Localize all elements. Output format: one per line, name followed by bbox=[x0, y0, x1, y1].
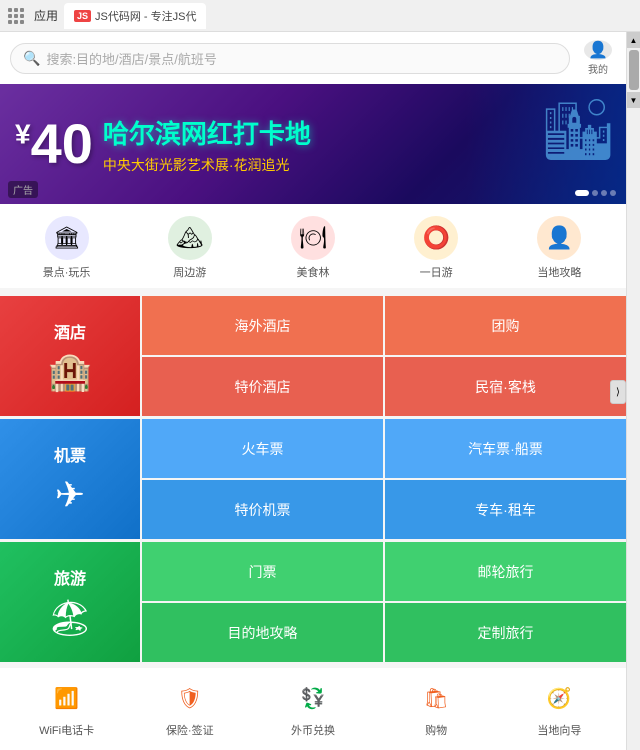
search-bar: 🔍 搜索:目的地/酒店/景点/航班号 👤 我的 bbox=[0, 32, 626, 84]
hotel-cell-group[interactable]: 团购 bbox=[385, 296, 626, 355]
main-content: 🔍 搜索:目的地/酒店/景点/航班号 👤 我的 ¥40 哈尔滨网红打卡地 中央大… bbox=[0, 32, 626, 750]
category-daytrip[interactable]: ⭕ 一日游 bbox=[406, 216, 466, 280]
scrollbar: ▲ ▼ bbox=[626, 32, 640, 750]
banner-title: 哈尔滨网红打卡地 bbox=[103, 114, 311, 151]
banner-dots bbox=[575, 190, 616, 196]
guide-icon: 👤 bbox=[537, 216, 581, 260]
guide-label: 当地攻略 bbox=[537, 264, 581, 280]
icon-shopping[interactable]: 🛍 购物 bbox=[406, 678, 466, 738]
icon-wifi[interactable]: 📶 WiFi电话卡 bbox=[37, 678, 97, 738]
travel-section: 旅游 🏖 门票 邮轮旅行 目的地攻略 定制旅行 bbox=[0, 542, 626, 662]
bottom-icons-row1: 📶 WiFi电话卡 🛡 保险·签证 💱 外币兑换 🛍 购物 🧭 当地向导 bbox=[5, 678, 621, 738]
shopping-icon: 🛍 bbox=[416, 678, 456, 718]
hotel-section: 酒店 🏨 海外酒店 团购 特价酒店 民宿·客栈 bbox=[0, 296, 626, 416]
scroll-thumb[interactable] bbox=[629, 50, 639, 90]
local-guide-label: 当地向导 bbox=[537, 722, 581, 738]
banner-text: 哈尔滨网红打卡地 中央大街光影艺术展·花润追光 bbox=[103, 114, 311, 175]
nearby-label: 周边游 bbox=[173, 264, 206, 280]
banner-yen: ¥ bbox=[15, 118, 31, 149]
travel-left[interactable]: 旅游 🏖 bbox=[0, 542, 140, 662]
flight-section: 机票 ✈ 火车票 汽车票·船票 特价机票 专车·租车 bbox=[0, 419, 626, 539]
hotel-right: 海外酒店 团购 特价酒店 民宿·客栈 bbox=[142, 296, 626, 416]
currency-icon: 💱 bbox=[293, 678, 333, 718]
flight-left[interactable]: 机票 ✈ bbox=[0, 419, 140, 539]
search-placeholder: 搜索:目的地/酒店/景点/航班号 bbox=[46, 49, 216, 68]
category-row: 🏛 景点·玩乐 🏔 周边游 🍽 美食林 ⭕ 一日游 👤 当地攻略 bbox=[0, 204, 626, 288]
daytrip-label: 一日游 bbox=[420, 264, 453, 280]
icon-currency[interactable]: 💱 外币兑换 bbox=[283, 678, 343, 738]
apps-grid-icon[interactable] bbox=[8, 8, 24, 24]
shopping-label: 购物 bbox=[425, 722, 447, 738]
banner-dot-4 bbox=[610, 190, 616, 196]
tab-label: JS代码网 - 专注JS代 bbox=[95, 8, 196, 24]
travel-cell-guide[interactable]: 目的地攻略 bbox=[142, 603, 383, 662]
flight-label: 机票 bbox=[54, 442, 86, 466]
insurance-icon: 🛡 bbox=[170, 678, 210, 718]
browser-tab[interactable]: JS JS代码网 - 专注JS代 bbox=[64, 3, 206, 29]
hotel-label: 酒店 bbox=[54, 319, 86, 343]
search-icon: 🔍 bbox=[23, 50, 40, 67]
travel-cell-ticket[interactable]: 门票 bbox=[142, 542, 383, 601]
flight-cell-bus[interactable]: 汽车票·船票 bbox=[385, 419, 626, 478]
travel-cell-cruise[interactable]: 邮轮旅行 bbox=[385, 542, 626, 601]
food-label: 美食林 bbox=[296, 264, 329, 280]
avatar-circle: 👤 bbox=[584, 40, 612, 60]
wifi-label: WiFi电话卡 bbox=[39, 722, 94, 738]
travel-right: 门票 邮轮旅行 目的地攻略 定制旅行 bbox=[142, 542, 626, 662]
service-grid: 酒店 🏨 海外酒店 团购 特价酒店 民宿·客栈 机票 ✈ 火车票 汽车票·船票 … bbox=[0, 296, 626, 662]
bottom-icons: 📶 WiFi电话卡 🛡 保险·签证 💱 外币兑换 🛍 购物 🧭 当地向导 bbox=[0, 668, 626, 750]
category-nearby[interactable]: 🏔 周边游 bbox=[160, 216, 220, 280]
icon-insurance[interactable]: 🛡 保险·签证 bbox=[160, 678, 220, 738]
scenic-icon: 🏛 bbox=[45, 216, 89, 260]
nearby-icon: 🏔 bbox=[168, 216, 212, 260]
banner-ad-tag: 广告 bbox=[8, 181, 38, 198]
banner-dot-1 bbox=[575, 190, 589, 196]
banner-subtitle: 中央大街光影艺术展·花润追光 bbox=[103, 155, 311, 175]
travel-label: 旅游 bbox=[54, 565, 86, 589]
food-icon: 🍽 bbox=[291, 216, 335, 260]
scenic-label: 景点·玩乐 bbox=[43, 264, 91, 280]
scroll-down[interactable]: ▼ bbox=[627, 92, 640, 108]
scroll-up[interactable]: ▲ bbox=[627, 32, 640, 48]
search-input-wrap[interactable]: 🔍 搜索:目的地/酒店/景点/航班号 bbox=[10, 43, 570, 74]
hotel-building-icon: 🏨 bbox=[48, 351, 93, 393]
flight-icon: ✈ bbox=[55, 474, 85, 516]
wifi-icon: 📶 bbox=[47, 678, 87, 718]
apps-label: 应用 bbox=[34, 7, 58, 24]
category-guide[interactable]: 👤 当地攻略 bbox=[529, 216, 589, 280]
banner-dot-2 bbox=[592, 190, 598, 196]
banner[interactable]: ¥40 哈尔滨网红打卡地 中央大街光影艺术展·花润追光 🏙 广告 bbox=[0, 84, 626, 204]
icon-local-guide[interactable]: 🧭 当地向导 bbox=[529, 678, 589, 738]
category-scenic[interactable]: 🏛 景点·玩乐 bbox=[37, 216, 97, 280]
flight-cell-car[interactable]: 专车·租车 bbox=[385, 480, 626, 539]
currency-label: 外币兑换 bbox=[291, 722, 335, 738]
hotel-cell-overseas[interactable]: 海外酒店 bbox=[142, 296, 383, 355]
js-badge: JS bbox=[74, 10, 91, 22]
travel-icon: 🏖 bbox=[47, 597, 93, 639]
user-avatar[interactable]: 👤 我的 bbox=[580, 40, 616, 76]
scrollbar-expand[interactable]: ⟩ bbox=[610, 380, 626, 404]
hotel-left[interactable]: 酒店 🏨 bbox=[0, 296, 140, 416]
hotel-cell-bnb[interactable]: 民宿·客栈 bbox=[385, 357, 626, 416]
flight-cell-cheap[interactable]: 特价机票 bbox=[142, 480, 383, 539]
hotel-cell-cheap[interactable]: 特价酒店 bbox=[142, 357, 383, 416]
flight-right: 火车票 汽车票·船票 特价机票 专车·租车 bbox=[142, 419, 626, 539]
insurance-label: 保险·签证 bbox=[166, 722, 214, 738]
user-label: 我的 bbox=[588, 61, 608, 76]
local-guide-icon: 🧭 bbox=[539, 678, 579, 718]
banner-price: ¥40 bbox=[15, 116, 93, 172]
daytrip-icon: ⭕ bbox=[414, 216, 458, 260]
flight-cell-train[interactable]: 火车票 bbox=[142, 419, 383, 478]
travel-cell-custom[interactable]: 定制旅行 bbox=[385, 603, 626, 662]
category-food[interactable]: 🍽 美食林 bbox=[283, 216, 343, 280]
banner-dot-3 bbox=[601, 190, 607, 196]
browser-bar: 应用 JS JS代码网 - 专注JS代 bbox=[0, 0, 640, 32]
